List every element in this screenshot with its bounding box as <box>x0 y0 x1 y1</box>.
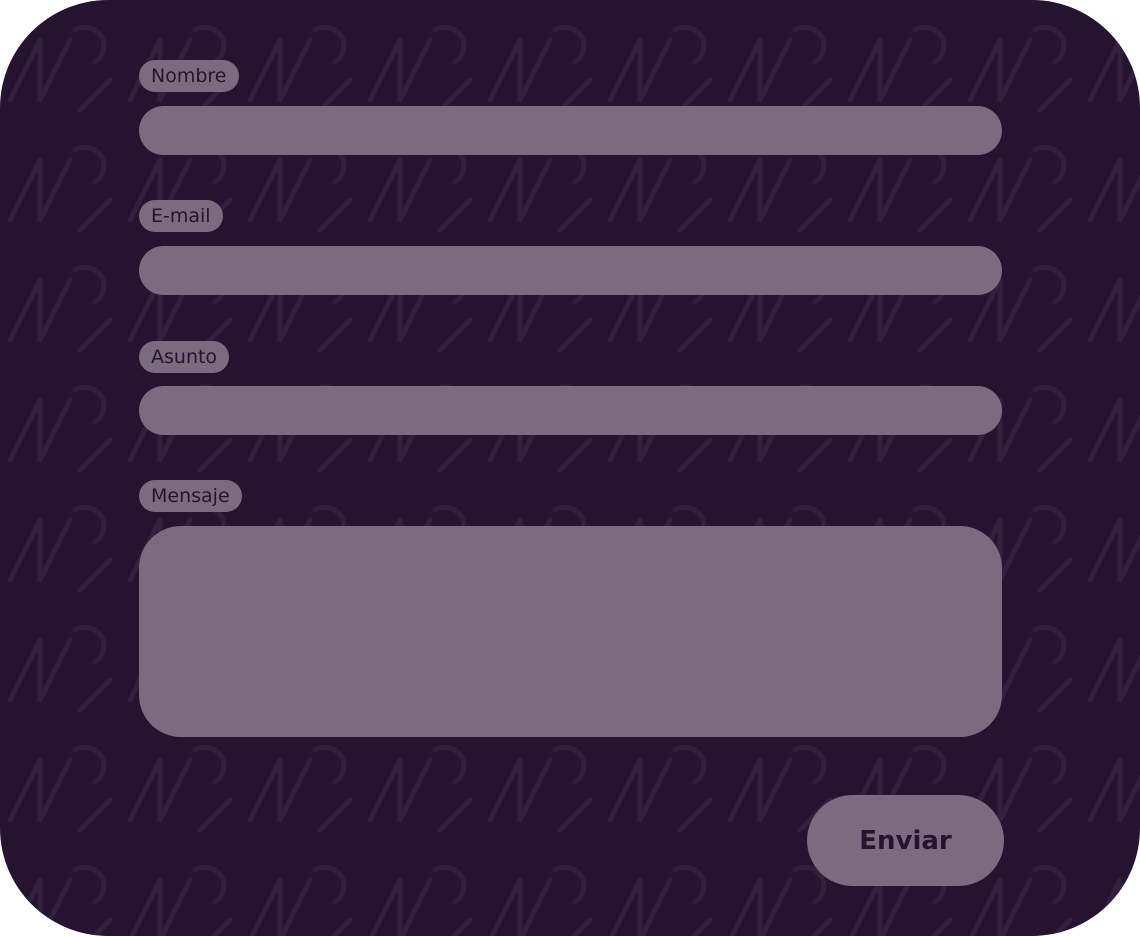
subject-label: Asunto <box>139 341 230 373</box>
message-label: Mensaje <box>139 480 242 512</box>
message-textarea[interactable] <box>139 526 1002 737</box>
name-input[interactable] <box>139 106 1002 155</box>
contact-form-card: Nombre E-mail Asunto Mensaje Enviar <box>0 0 1140 936</box>
subject-input[interactable] <box>139 386 1002 435</box>
submit-button[interactable]: Enviar <box>807 795 1004 886</box>
email-input[interactable] <box>139 246 1002 295</box>
name-label: Nombre <box>139 60 239 92</box>
email-label: E-mail <box>139 200 223 232</box>
